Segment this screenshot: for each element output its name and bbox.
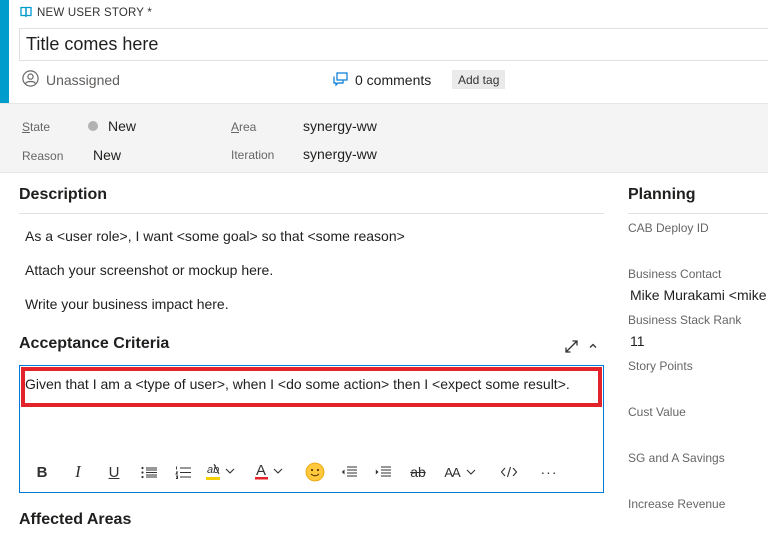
assignee-label: Unassigned bbox=[46, 72, 120, 88]
rich-text-toolbar: B I U ab A ab AA ··· bbox=[32, 461, 592, 483]
acceptance-criteria-heading: Acceptance Criteria bbox=[19, 335, 170, 352]
title-input[interactable] bbox=[19, 28, 768, 61]
maximize-icon[interactable] bbox=[565, 339, 578, 353]
state-label: State bbox=[22, 120, 51, 134]
add-tag-button[interactable]: Add tag bbox=[452, 70, 506, 89]
code-snippet-icon[interactable] bbox=[498, 461, 520, 483]
collapse-chevron-up-icon[interactable] bbox=[588, 339, 598, 353]
area-label: Area bbox=[231, 120, 257, 134]
state-indicator-dot bbox=[88, 121, 98, 131]
font-color-icon[interactable]: A bbox=[254, 461, 290, 483]
planning-divider bbox=[628, 213, 768, 214]
emoji-icon[interactable] bbox=[304, 461, 326, 483]
planning-heading: Planning bbox=[628, 186, 696, 203]
cust-value-label: Cust Value bbox=[628, 405, 686, 419]
work-item-type-accent-bar bbox=[0, 0, 9, 103]
iteration-path-field[interactable]: synergy-ww bbox=[303, 146, 377, 162]
strikethrough-button[interactable]: ab bbox=[406, 461, 430, 483]
assigned-to-picker[interactable]: Unassigned bbox=[22, 69, 120, 91]
acceptance-criteria-editor[interactable]: Given that I am a <type of user>, when I… bbox=[19, 365, 604, 493]
details-column: Description As a <user role>, I want <so… bbox=[19, 173, 604, 537]
unassigned-avatar-icon bbox=[22, 70, 39, 90]
description-line: Attach your screenshot or mockup here. bbox=[25, 262, 274, 278]
italic-button[interactable]: I bbox=[68, 461, 88, 483]
work-item-type-row: NEW USER STORY * bbox=[20, 6, 152, 20]
business-stack-rank-label: Business Stack Rank bbox=[628, 313, 742, 327]
bulleted-list-icon[interactable] bbox=[138, 461, 160, 483]
svg-text:A: A bbox=[256, 462, 266, 479]
decrease-indent-icon[interactable] bbox=[338, 461, 360, 483]
story-points-label: Story Points bbox=[628, 359, 693, 373]
business-stack-rank-field[interactable]: 11 bbox=[630, 333, 645, 349]
comment-icon bbox=[333, 71, 348, 89]
font-size-button[interactable]: AA bbox=[440, 461, 464, 483]
numbered-list-icon[interactable] bbox=[172, 461, 194, 483]
cab-deploy-id-label: CAB Deploy ID bbox=[628, 221, 709, 235]
affected-areas-heading: Affected Areas bbox=[19, 511, 132, 528]
comments-link[interactable]: 0 comments bbox=[333, 69, 431, 91]
reason-dropdown[interactable]: New bbox=[93, 147, 121, 163]
underline-button[interactable]: U bbox=[104, 461, 124, 483]
highlight-color-icon[interactable]: ab bbox=[205, 461, 241, 483]
area-path-field[interactable]: synergy-ww bbox=[303, 118, 377, 134]
description-heading: Description bbox=[19, 186, 108, 203]
increase-indent-icon[interactable] bbox=[372, 461, 394, 483]
business-contact-label: Business Contact bbox=[628, 267, 722, 281]
header-meta-row: Unassigned 0 comments Add tag bbox=[22, 69, 762, 91]
book-icon bbox=[20, 4, 32, 22]
description-line: As a <user role>, I want <some goal> so … bbox=[25, 228, 405, 244]
work-item-fields: State New Reason New Area synergy-ww Ite… bbox=[0, 103, 768, 173]
work-item-header: NEW USER STORY * Unassigned 0 comments bbox=[0, 0, 768, 103]
description-divider bbox=[19, 213, 604, 214]
planning-column: Planning CAB Deploy ID Business Contact … bbox=[628, 173, 768, 537]
state-dropdown[interactable]: New bbox=[108, 118, 136, 134]
reason-label: Reason bbox=[22, 149, 64, 163]
description-line: Write your business impact here. bbox=[25, 296, 229, 312]
comments-count: 0 comments bbox=[355, 72, 432, 88]
sg-and-a-savings-label: SG and A Savings bbox=[628, 451, 725, 465]
bold-button[interactable]: B bbox=[32, 461, 52, 483]
work-item-type-label: NEW USER STORY * bbox=[37, 7, 153, 19]
acceptance-criteria-text: Given that I am a <type of user>, when I… bbox=[25, 376, 570, 392]
font-size-chevron-down-icon[interactable] bbox=[464, 461, 478, 483]
more-options-button[interactable]: ··· bbox=[536, 461, 562, 483]
iteration-label: Iteration bbox=[231, 148, 275, 162]
increase-revenue-label: Increase Revenue bbox=[628, 497, 726, 511]
business-contact-field[interactable]: Mike Murakami <mike bbox=[630, 287, 767, 303]
